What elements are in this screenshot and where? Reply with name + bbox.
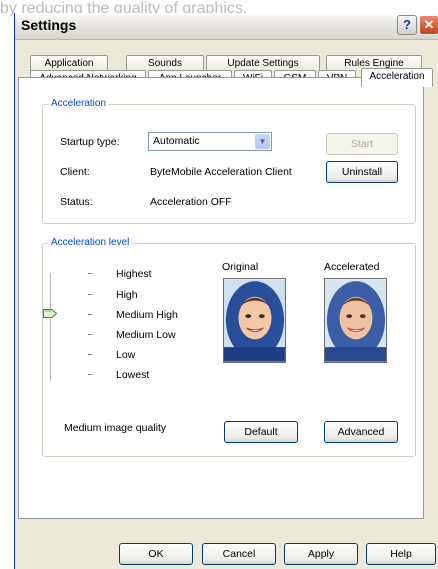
uninstall-button[interactable]: Uninstall — [326, 161, 398, 183]
level-slider-thumb[interactable] — [43, 309, 57, 318]
original-label: Original — [222, 261, 259, 273]
accelerated-label: Accelerated — [324, 261, 380, 273]
level-tick — [88, 273, 92, 274]
client-label: Client: — [60, 166, 90, 178]
status-label: Status: — [60, 196, 93, 208]
level-medium-high: Medium High — [116, 309, 178, 321]
level-tick — [88, 314, 92, 315]
tab-update-settings[interactable]: Update Settings — [206, 55, 320, 71]
level-high: High — [116, 289, 138, 301]
level-tick — [88, 354, 92, 355]
image-quality-label: Medium image quality — [64, 422, 167, 434]
close-icon[interactable]: ✕ — [419, 15, 438, 35]
level-medium-low: Medium Low — [116, 329, 176, 341]
tab-acceleration[interactable]: Acceleration — [361, 68, 433, 87]
default-button[interactable]: Default — [224, 421, 298, 443]
window-title: Settings — [21, 17, 77, 33]
level-lowest: Lowest — [116, 369, 150, 381]
cancel-button[interactable]: Cancel — [202, 543, 276, 565]
level-tick — [88, 334, 92, 335]
startup-type-select[interactable]: Automatic ▼ — [148, 132, 272, 151]
startup-type-value: Automatic — [153, 135, 200, 147]
start-button[interactable]: Start — [326, 133, 398, 155]
startup-type-label: Startup type: — [60, 136, 120, 148]
tab-application[interactable]: Application — [30, 55, 108, 71]
level-slider-track[interactable] — [50, 273, 51, 381]
level-low: Low — [116, 349, 136, 361]
advanced-button[interactable]: Advanced — [324, 421, 398, 443]
apply-button[interactable]: Apply — [284, 543, 358, 565]
level-tick — [88, 374, 92, 375]
level-tick — [88, 294, 92, 295]
title-bar: Settings ? ✕ — [15, 13, 438, 40]
tab-sounds[interactable]: Sounds — [126, 55, 204, 71]
chevron-down-icon[interactable]: ▼ — [255, 134, 270, 149]
client-value: ByteMobile Acceleration Client — [150, 166, 292, 178]
accelerated-photo — [324, 278, 387, 363]
help-icon[interactable]: ? — [397, 15, 417, 35]
status-value: Acceleration OFF — [150, 196, 232, 208]
original-photo — [223, 278, 286, 363]
acceleration-group-legend: Acceleration — [49, 98, 109, 109]
ok-button[interactable]: OK — [119, 543, 193, 565]
level-highest: Highest — [116, 268, 152, 280]
acceleration-level-legend: Acceleration level — [49, 237, 132, 248]
help-button[interactable]: Help — [366, 543, 436, 565]
